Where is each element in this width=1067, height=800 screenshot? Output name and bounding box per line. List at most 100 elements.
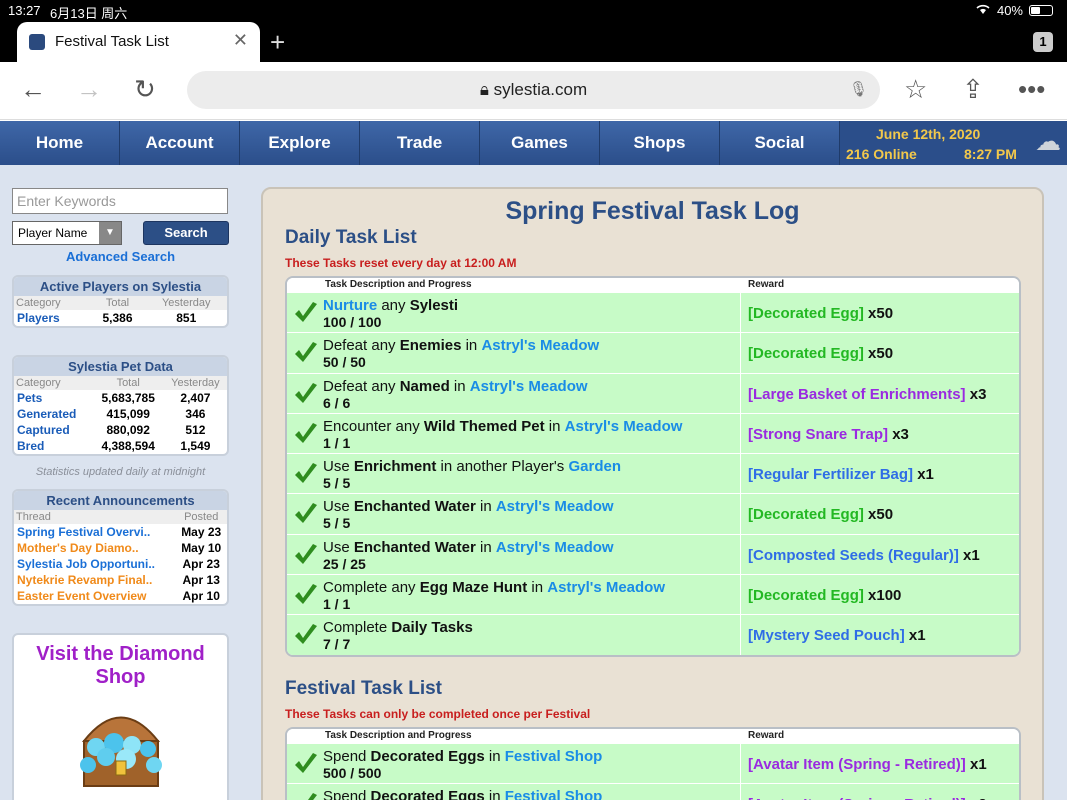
task-progress: 100 / 100 xyxy=(323,314,382,330)
task-description: Defeat any Named in Astryl's Meadow xyxy=(323,378,588,395)
task-link[interactable]: Nurture xyxy=(323,297,377,314)
row-label[interactable]: Bred xyxy=(14,438,93,454)
divider xyxy=(740,494,741,534)
reward-item-link[interactable]: [Avatar Item (Spring - Retired)] xyxy=(748,796,966,800)
col-header: Thread xyxy=(14,510,176,524)
row-label[interactable]: Players xyxy=(14,310,90,326)
reward-item-link[interactable]: [Strong Snare Trap] xyxy=(748,426,888,443)
reward-item-link[interactable]: [Composted Seeds (Regular)] xyxy=(748,547,959,564)
nav-explore[interactable]: Explore xyxy=(240,121,360,165)
task-text: Spend xyxy=(323,788,371,800)
reward-item-link[interactable]: [Avatar Item (Spring - Retired)] xyxy=(748,756,966,773)
announcement-date: Apr 23 xyxy=(182,557,220,571)
tab-count-badge[interactable]: 1 xyxy=(1033,32,1053,52)
task-link[interactable]: Astryl's Meadow xyxy=(496,539,614,556)
task-link[interactable]: Garden xyxy=(568,458,621,475)
task-row: Defeat any Named in Astryl's Meadow 6 / 6… xyxy=(287,372,1019,413)
weather-icon: ☁ xyxy=(1035,126,1061,156)
search-type-select[interactable]: Player Name ▼ xyxy=(12,221,122,245)
diamond-shop-ad[interactable]: Visit the Diamond Shop xyxy=(12,633,229,800)
table-header: Task Description and Progress Reward xyxy=(287,729,1019,743)
star-icon[interactable]: ☆ xyxy=(904,74,927,105)
advanced-search-link[interactable]: Advanced Search xyxy=(12,249,229,264)
task-row: Use Enchanted Water in Astryl's Meadow 25… xyxy=(287,533,1019,575)
row-label[interactable]: Pets xyxy=(14,390,93,406)
sidebar: Enter Keywords Player Name ▼ Search Adva… xyxy=(0,165,240,800)
announcement-link[interactable]: Nytekrie Revamp Final.. xyxy=(14,572,175,588)
festival-reset-note: These Tasks can only be completed once p… xyxy=(285,707,591,721)
new-tab-icon[interactable]: + xyxy=(270,27,285,58)
share-icon[interactable]: ⇪ xyxy=(962,74,984,105)
address-field[interactable]: 🔒︎ sylestia.com 🎙︎ xyxy=(187,71,880,109)
col-task-header: Task Description and Progress xyxy=(325,279,472,290)
daily-section-title: Daily Task List xyxy=(285,227,417,248)
checkmark-icon xyxy=(293,382,319,406)
diamond-ad-line1: Visit the Diamond xyxy=(36,643,205,665)
nav-trade[interactable]: Trade xyxy=(360,121,480,165)
reward-item-link[interactable]: [Decorated Egg] xyxy=(748,587,864,604)
task-link[interactable]: Festival Shop xyxy=(505,748,603,765)
task-text: Complete xyxy=(323,619,392,637)
browser-tab[interactable]: Festival Task List ✕ xyxy=(17,22,260,62)
task-progress: 6 / 6 xyxy=(323,394,351,411)
task-reward: [Decorated Egg] x50 xyxy=(748,305,893,322)
nav-home[interactable]: Home xyxy=(0,121,120,165)
col-task-header: Task Description and Progress xyxy=(325,730,472,741)
reward-quantity: x3 xyxy=(888,425,909,443)
announcement-date: Apr 10 xyxy=(182,589,220,603)
more-icon[interactable]: ••• xyxy=(1018,74,1045,105)
col-reward-header: Reward xyxy=(748,730,785,741)
reward-item-link[interactable]: [Regular Fertilizer Bag] xyxy=(748,466,913,483)
announcement-link[interactable]: Sylestia Job Opportuni.. xyxy=(14,556,175,572)
nav-games[interactable]: Games xyxy=(480,121,600,165)
lock-icon: 🔒︎ xyxy=(479,80,489,99)
mic-icon[interactable]: 🎙︎ xyxy=(849,80,868,98)
online-count[interactable]: 216 Online xyxy=(846,146,917,162)
task-progress: 1 / 1 xyxy=(323,596,351,613)
task-text: Enemies xyxy=(399,337,462,355)
back-icon[interactable]: ← xyxy=(20,74,46,105)
task-row: Nurture any Sylesti 100 / 100 [Decorated E… xyxy=(287,292,1019,333)
pet-data-box: Sylestia Pet Data Category Total Yesterday… xyxy=(12,355,229,456)
search-button[interactable]: Search xyxy=(143,221,229,245)
task-link[interactable]: Festival Shop xyxy=(505,788,603,800)
task-link[interactable]: Astryl's Meadow xyxy=(470,378,588,395)
task-link[interactable]: Astryl's Meadow xyxy=(481,337,599,354)
task-link[interactable]: Astryl's Meadow xyxy=(547,579,665,596)
task-text: Named xyxy=(399,377,450,395)
reward-item-link[interactable]: [Large Basket of Enrichments] xyxy=(748,386,966,403)
nav-social[interactable]: Social xyxy=(720,121,840,165)
reward-quantity: x1 xyxy=(965,756,987,773)
announcement-link[interactable]: Mother's Day Diamo.. xyxy=(14,540,175,556)
task-reward: [Large Basket of Enrichments] x3 xyxy=(748,386,986,403)
forward-icon[interactable]: → xyxy=(76,74,102,105)
task-reward: [Regular Fertilizer Bag] x1 xyxy=(748,466,934,483)
search-input[interactable]: Enter Keywords xyxy=(12,188,228,214)
reward-item-link[interactable]: [Decorated Egg] xyxy=(748,305,864,322)
task-description: Use Enchanted Water in Astryl's Meadow xyxy=(323,539,614,556)
task-row: Spend Decorated Eggs in Festival Shop [Av… xyxy=(287,783,1019,800)
task-link[interactable]: Astryl's Meadow xyxy=(565,418,683,435)
task-row: Complete any Egg Maze Hunt in Astryl's M… xyxy=(287,574,1019,615)
task-progress: 50 / 50 xyxy=(323,354,366,371)
task-text: any xyxy=(377,297,410,314)
col-header: Posted xyxy=(175,510,227,524)
checkmark-icon xyxy=(293,422,319,446)
task-link[interactable]: Astryl's Meadow xyxy=(496,498,614,515)
reward-item-link[interactable]: [Mystery Seed Pouch] xyxy=(748,627,905,644)
announcements-box: Recent Announcements Thread Posted Spring… xyxy=(12,489,229,606)
nav-account[interactable]: Account xyxy=(120,121,240,165)
close-tab-icon[interactable]: ✕ xyxy=(233,30,248,51)
task-text: Use xyxy=(323,538,354,556)
announcement-row: Spring Festival Overvi.. May 23 xyxy=(14,524,227,540)
row-total: 415,099 xyxy=(106,407,150,421)
row-label[interactable]: Captured xyxy=(14,422,93,438)
announcement-link[interactable]: Spring Festival Overvi.. xyxy=(14,524,175,540)
reward-item-link[interactable]: [Decorated Egg] xyxy=(748,506,864,523)
reward-item-link[interactable]: [Decorated Egg] xyxy=(748,345,864,362)
nav-shops[interactable]: Shops xyxy=(600,121,720,165)
announcement-link[interactable]: Easter Event Overview xyxy=(14,588,175,604)
row-label[interactable]: Generated xyxy=(14,406,93,422)
divider xyxy=(740,784,741,800)
reload-icon[interactable]: ↻ xyxy=(134,74,156,105)
